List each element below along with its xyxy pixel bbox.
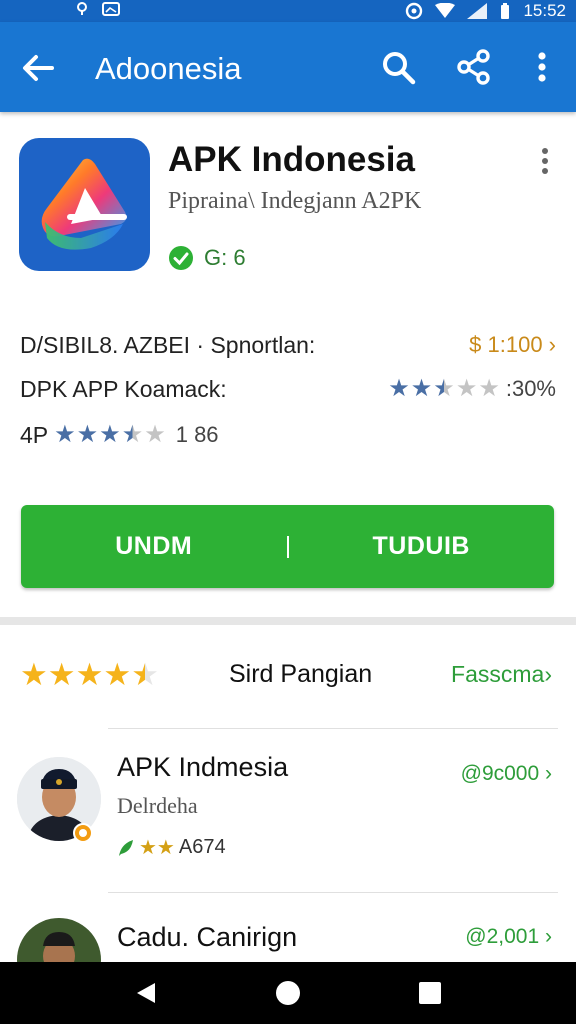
star-icon: ★ — [478, 375, 500, 402]
info-percent: :30% — [505, 376, 556, 401]
leaf-icon — [119, 839, 133, 856]
nav-recents-icon[interactable] — [417, 980, 443, 1006]
reviewer-name: APK Indmesia — [117, 752, 289, 782]
location-icon — [77, 2, 87, 15]
signal-icon — [467, 3, 488, 19]
star-icon: ★ — [76, 421, 99, 448]
app-bar: Adoonesia — [0, 22, 576, 112]
share-icon[interactable] — [454, 47, 494, 87]
star-icon: ★ — [75, 657, 104, 692]
section-divider — [0, 617, 576, 625]
reviews-header: ★ ★ ★ ★ ★ Sird Pangian Fasscma› — [20, 655, 556, 695]
divider — [108, 892, 558, 893]
info-row-reviews: 4P ★ ★ ★ ★ ★ 1 86 — [20, 418, 556, 452]
nav-back-icon[interactable] — [133, 980, 159, 1006]
review-amount[interactable]: @2,001 › — [465, 925, 552, 949]
overall-star-rating: ★ ★ ★ ★ ★ — [20, 657, 159, 693]
verified-badge: G: 6 — [168, 245, 246, 271]
info-count: 1 86 — [175, 422, 219, 447]
sync-icon — [406, 2, 423, 20]
battery-icon — [501, 3, 510, 19]
info-label: 4P — [20, 421, 49, 448]
star-icon: ★ — [103, 657, 132, 692]
info-label: D/SIBIL8. AZBEI · Spnortlan: — [20, 331, 316, 358]
sort-label[interactable]: Sird Pangian — [229, 660, 372, 689]
action-left-label[interactable]: UNDM — [21, 532, 287, 561]
image-icon — [102, 2, 120, 16]
info-price-value: $ 1:100 › — [469, 332, 556, 357]
review-meta-value: A674 — [178, 836, 226, 858]
info-rating-value: ★ ★ ★ ★ ★ :30% — [388, 376, 556, 402]
star-icon: ★★ — [139, 837, 175, 859]
wifi-icon — [435, 3, 456, 18]
reviewer-name: Cadu. Canirign — [117, 922, 298, 952]
star-icon: ★ — [54, 421, 76, 448]
check-circle-icon — [169, 246, 193, 270]
badge-icon — [73, 823, 93, 843]
app-logo-icon — [41, 158, 127, 250]
star-icon: ★ — [410, 375, 433, 402]
star-icon: ★ — [455, 375, 478, 402]
star-rating: ★ ★ ★ ★ ★ — [388, 377, 500, 401]
action-right-label[interactable]: TUDUIB — [289, 532, 555, 561]
app-bar-title: Adoonesia — [95, 51, 242, 86]
nav-home-icon[interactable] — [275, 980, 301, 1006]
reviewer-subtitle: Delrdeha — [117, 793, 198, 818]
system-nav-bar — [0, 962, 576, 1024]
star-rating: ★ ★ ★ ★ ★ — [54, 423, 166, 447]
star-icon: ★ — [388, 375, 410, 402]
verified-label: G: 6 — [204, 245, 246, 270]
star-icon: ★ — [121, 421, 144, 448]
more-vert-icon[interactable] — [526, 47, 566, 87]
review-meta: ★★ A674 — [117, 835, 226, 860]
star-icon: ★ — [47, 657, 76, 692]
see-all-link[interactable]: Fasscma› — [451, 661, 552, 688]
star-icon: ★ — [131, 657, 159, 692]
search-icon[interactable] — [378, 47, 418, 87]
app-name: APK Indonesia — [168, 140, 415, 179]
info-label: DPK APP Koamack: — [20, 375, 227, 402]
review-amount[interactable]: @9c000 › — [461, 762, 552, 786]
install-button[interactable]: UNDM TUDUIB — [21, 505, 554, 588]
info-row-rating: DPK APP Koamack: ★ ★ ★ ★ ★ :30% — [20, 372, 556, 406]
divider — [108, 728, 558, 729]
back-arrow-icon[interactable] — [18, 48, 58, 88]
star-icon: ★ — [20, 657, 48, 692]
more-vert-icon[interactable] — [535, 146, 555, 176]
star-icon: ★ — [99, 421, 121, 448]
app-logo — [19, 138, 150, 271]
app-developer[interactable]: Pipraina\ Indegjann A2PK — [168, 188, 421, 215]
status-bar: 15:52 — [0, 0, 576, 22]
star-icon: ★ — [144, 421, 166, 448]
info-row-price[interactable]: D/SIBIL8. AZBEI · Spnortlan: $ 1:100 › — [20, 328, 556, 362]
status-time: 15:52 — [523, 1, 566, 20]
star-icon: ★ — [433, 375, 455, 402]
